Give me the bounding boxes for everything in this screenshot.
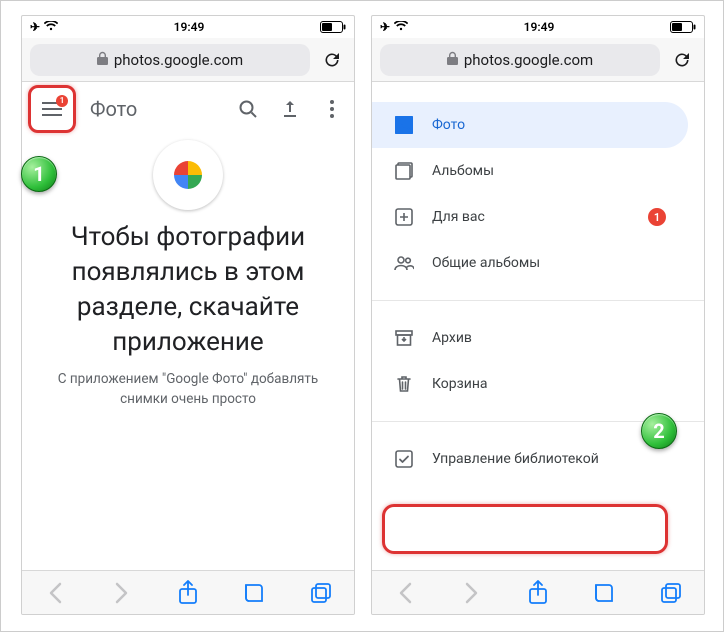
menu-shared[interactable]: Общие альбомы <box>372 240 688 286</box>
menu-label: Корзина <box>432 376 488 392</box>
menu-trash[interactable]: Корзина <box>372 361 688 407</box>
airplane-icon: ✈︎ <box>380 20 390 34</box>
album-icon <box>394 161 414 181</box>
airplane-icon: ✈︎ <box>30 20 40 34</box>
app-toolbar: 1 Фото <box>22 82 354 136</box>
wifi-icon <box>44 20 58 34</box>
status-bar: ✈︎ 19:49 <box>372 16 704 38</box>
bookmarks-button[interactable] <box>239 578 269 608</box>
menu-photos[interactable]: Фото <box>372 102 688 148</box>
url-text: photos.google.com <box>464 51 593 69</box>
highlight-box <box>28 85 76 133</box>
refresh-button[interactable] <box>318 46 346 74</box>
trash-icon <box>394 374 414 394</box>
sparkle-icon <box>394 207 414 227</box>
drawer-content: Фото Альбомы Для вас 1 Общие альбомы <box>372 82 704 570</box>
menu-label: Для вас <box>432 209 485 225</box>
more-icon[interactable] <box>320 97 344 121</box>
menu-for-you[interactable]: Для вас 1 <box>372 194 688 240</box>
menu-archive[interactable]: Архив <box>372 315 688 361</box>
clock: 19:49 <box>524 20 555 34</box>
search-icon[interactable] <box>236 97 260 121</box>
menu-label: Архив <box>432 330 472 346</box>
refresh-button[interactable] <box>668 46 696 74</box>
tabs-button[interactable] <box>656 578 686 608</box>
safari-toolbar <box>372 570 704 614</box>
clock: 19:49 <box>174 20 205 34</box>
menu-manage-library[interactable]: Управление библиотекой <box>372 436 688 482</box>
share-button[interactable] <box>173 578 203 608</box>
url-field[interactable]: photos.google.com <box>380 44 660 76</box>
promo-subtext: С приложением "Google Фото" добавлять сн… <box>22 360 354 409</box>
people-icon <box>394 253 414 273</box>
tabs-button[interactable] <box>306 578 336 608</box>
archive-icon <box>394 328 414 348</box>
step-marker-1: 1 <box>21 156 57 192</box>
promo-heading: Чтобы фотографии появлялись в этом разде… <box>22 220 354 360</box>
menu-label: Управление библиотекой <box>432 451 599 467</box>
menu-label: Общие альбомы <box>432 255 540 271</box>
menu-label: Фото <box>432 117 465 133</box>
bookmarks-button[interactable] <box>589 578 619 608</box>
menu-label: Альбомы <box>432 163 494 179</box>
battery-icon <box>320 21 346 33</box>
divider <box>372 300 704 301</box>
safari-toolbar <box>22 570 354 614</box>
share-button[interactable] <box>523 578 553 608</box>
wifi-icon <box>394 20 408 34</box>
hamburger-menu-button[interactable]: 1 <box>32 89 72 129</box>
url-text: photos.google.com <box>114 51 243 69</box>
highlight-box <box>382 504 668 554</box>
image-icon <box>394 115 414 135</box>
menu-albums[interactable]: Альбомы <box>372 148 688 194</box>
lock-icon <box>447 51 458 69</box>
url-field[interactable]: photos.google.com <box>30 44 310 76</box>
app-title: Фото <box>90 97 137 121</box>
google-photos-logo <box>153 140 223 210</box>
lock-icon <box>97 51 108 69</box>
app-content-main: 1 Фото Чтобы фотографии появлялись в это <box>22 82 354 570</box>
status-bar: ✈︎ 19:49 <box>22 16 354 38</box>
forward-button[interactable] <box>107 578 137 608</box>
step-marker-2: 2 <box>641 413 677 449</box>
check-icon <box>394 449 414 469</box>
address-bar: photos.google.com <box>22 38 354 82</box>
battery-icon <box>670 21 696 33</box>
upload-icon[interactable] <box>278 97 302 121</box>
notification-badge: 1 <box>56 95 68 107</box>
forward-button[interactable] <box>457 578 487 608</box>
address-bar: photos.google.com <box>372 38 704 82</box>
navigation-drawer: Фото Альбомы Для вас 1 Общие альбомы <box>372 82 704 570</box>
notification-badge: 1 <box>648 208 666 226</box>
back-button[interactable] <box>390 578 420 608</box>
phone-right: ✈︎ 19:49 photos.google.com <box>371 15 705 615</box>
back-button[interactable] <box>40 578 70 608</box>
phone-left: ✈︎ 19:49 photos.google.com 1 Ф <box>21 15 355 615</box>
